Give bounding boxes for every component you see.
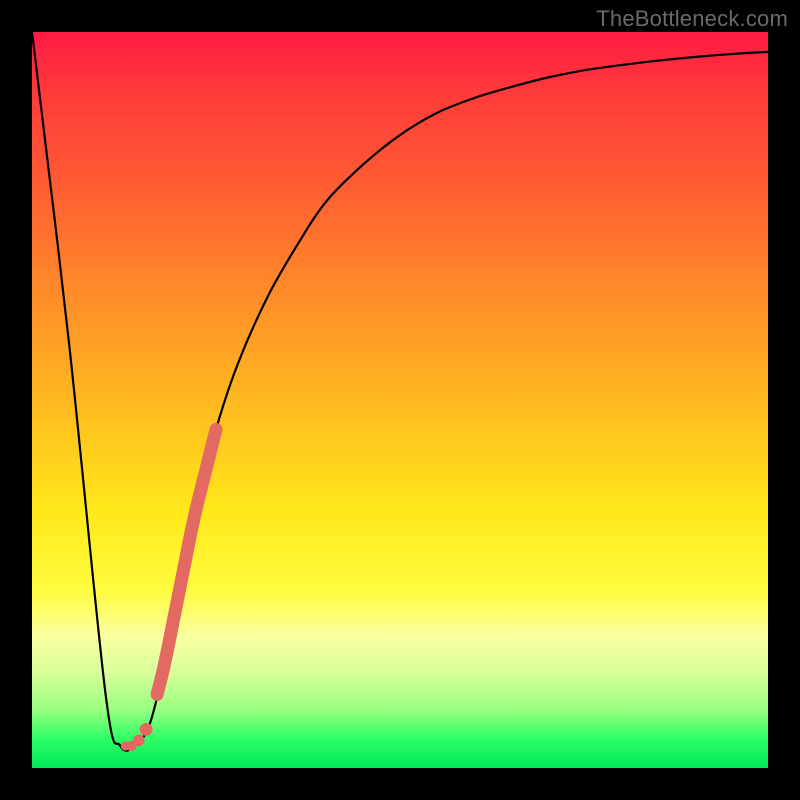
watermark-text: TheBottleneck.com bbox=[596, 6, 788, 32]
chart-svg bbox=[32, 32, 768, 768]
highlight-segment bbox=[157, 429, 216, 694]
highlight-dot bbox=[140, 723, 153, 736]
plot-area bbox=[32, 32, 768, 768]
chart-frame: TheBottleneck.com bbox=[0, 0, 800, 800]
bottleneck-curve bbox=[32, 32, 768, 751]
highlight-dots bbox=[121, 723, 153, 751]
highlight-dot bbox=[121, 741, 130, 750]
